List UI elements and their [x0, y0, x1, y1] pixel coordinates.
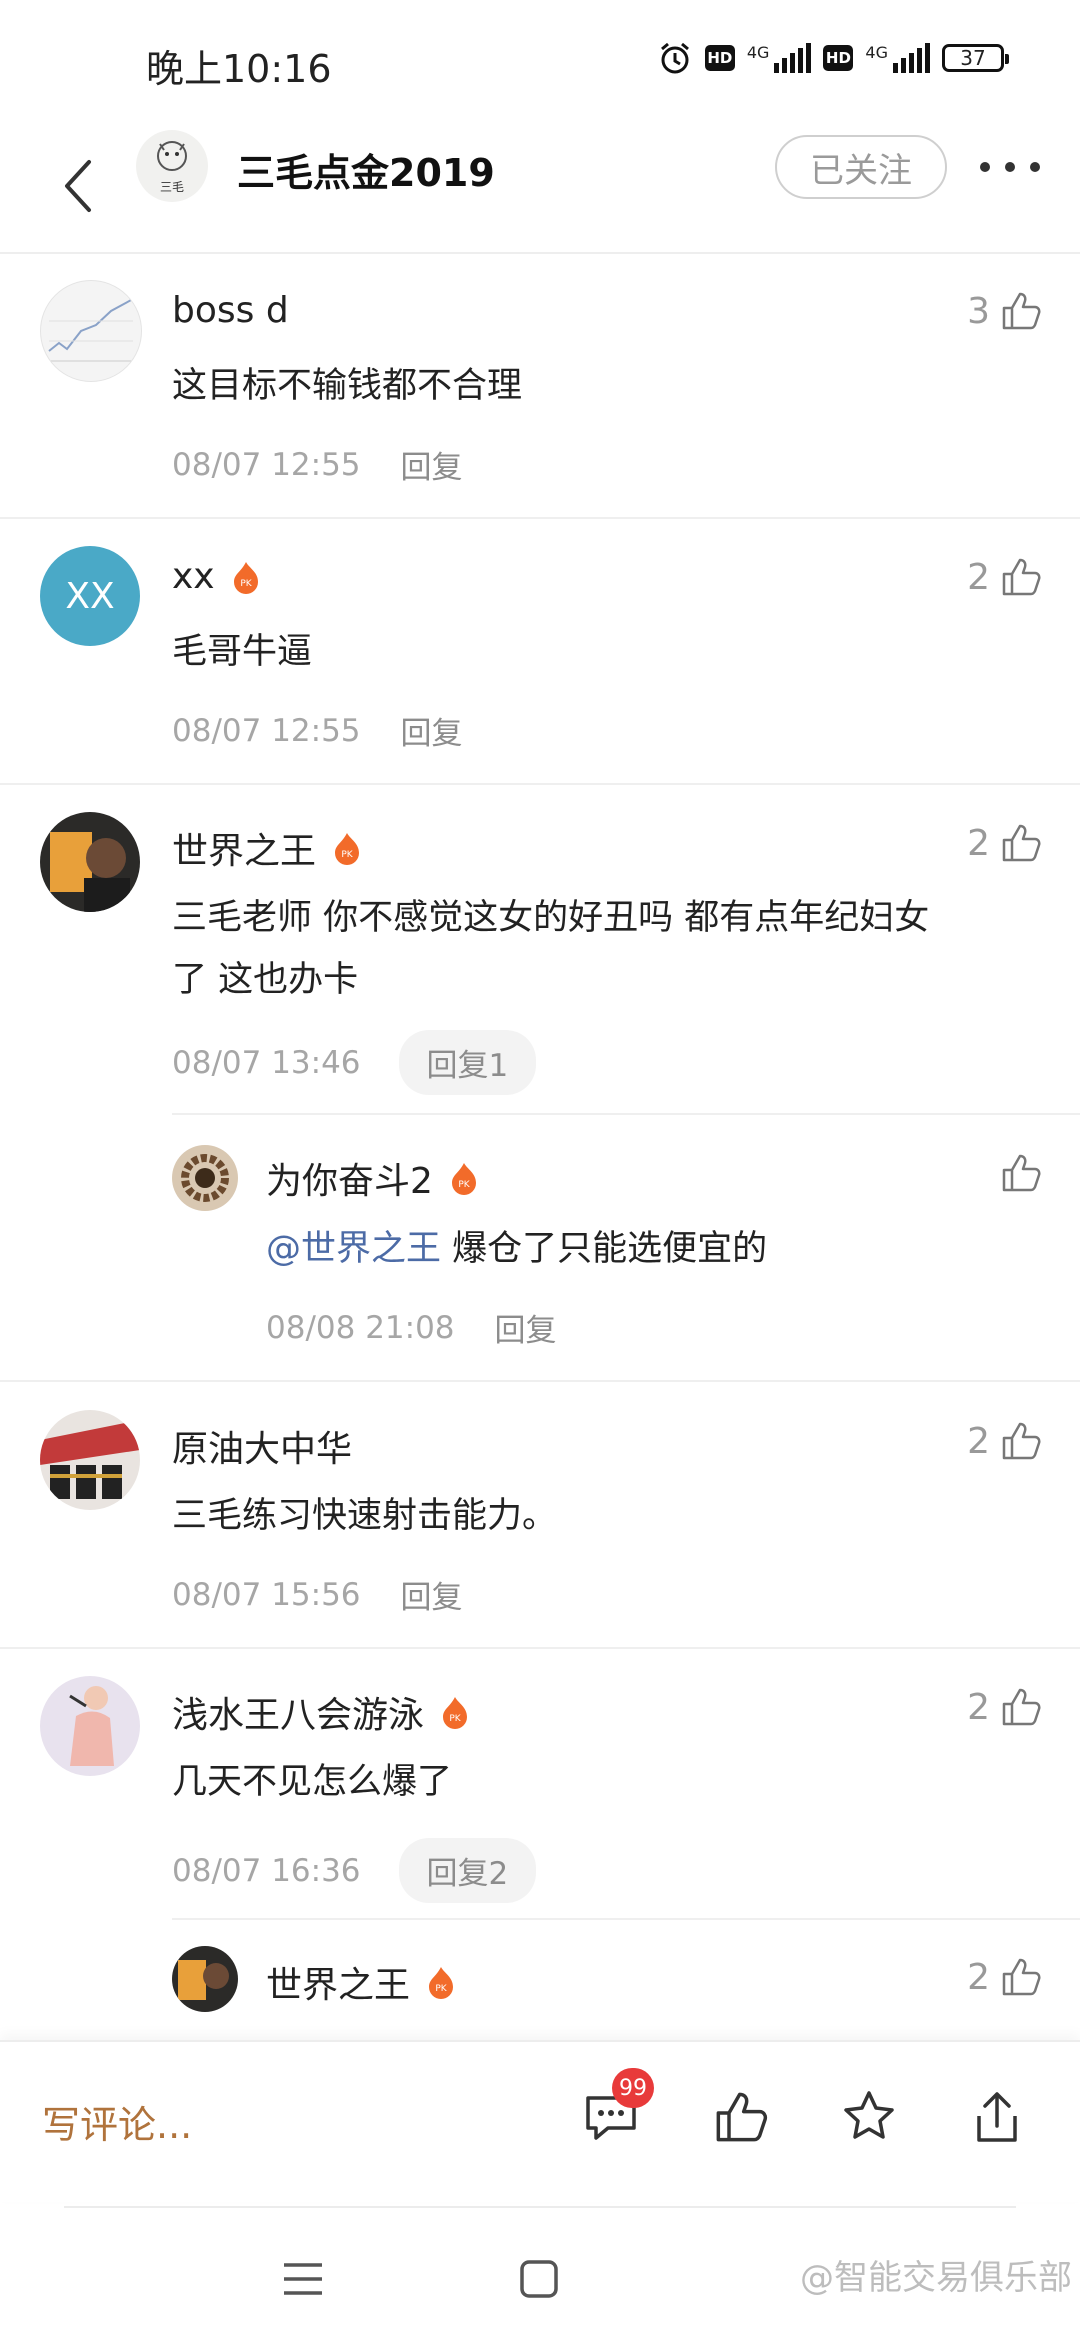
comment-meta: 08/07 15:56 回复 — [172, 1572, 463, 1617]
comment-meta: 08/07 12:55 回复 — [172, 442, 463, 487]
svg-text:PK: PK — [435, 1984, 447, 1994]
hd-icon: HD — [704, 45, 735, 71]
write-comment-input[interactable]: 写评论... — [42, 2094, 192, 2149]
reply-button[interactable]: 回复 — [495, 1305, 557, 1350]
favorite-button[interactable] — [834, 2082, 904, 2152]
avatar[interactable] — [40, 1410, 140, 1510]
comment-meta: 08/07 12:55 回复 — [172, 708, 463, 753]
watermark: @智能交易俱乐部 — [800, 2258, 1072, 2298]
status-time: 晚上10:16 — [146, 47, 332, 91]
reply-author[interactable]: 为你奋斗2 PK — [266, 1152, 479, 1204]
share-button[interactable] — [962, 2082, 1032, 2152]
like-button[interactable]: 2 — [967, 1686, 1042, 1728]
thumbs-up-icon — [1002, 824, 1041, 862]
svg-text:PK: PK — [240, 579, 252, 589]
bottom-action-bar: 写评论... 99 — [0, 2040, 1080, 2202]
svg-text:PK: PK — [449, 1714, 461, 1724]
more-options-button[interactable] — [980, 152, 1040, 182]
comment-text: 毛哥牛逼 — [172, 632, 313, 672]
avatar[interactable] — [172, 1946, 238, 2012]
comment-meta: 08/07 13:46 回复1 — [172, 1030, 537, 1095]
hd-icon: HD — [823, 45, 854, 71]
like-button[interactable]: 2 — [967, 822, 1042, 864]
avatar[interactable] — [40, 1676, 140, 1776]
reply-button[interactable]: 回复 — [401, 442, 463, 487]
divider — [64, 2206, 1016, 2208]
reply-button[interactable]: 回复 — [401, 1572, 463, 1617]
like-button[interactable]: 3 — [967, 290, 1042, 332]
author-name[interactable]: 三毛点金2019 — [237, 142, 495, 197]
svg-text:PK: PK — [458, 1180, 470, 1190]
replies-button[interactable]: 回复1 — [398, 1030, 537, 1095]
home-nav-button[interactable] — [514, 2254, 564, 2304]
thumbs-up-icon — [716, 2092, 768, 2142]
thumbs-up-icon — [1002, 1688, 1041, 1726]
avatar[interactable] — [172, 1145, 238, 1211]
replies-button[interactable]: 回复2 — [398, 1838, 537, 1903]
avatar[interactable] — [40, 280, 142, 382]
reply-button[interactable]: 回复 — [401, 708, 463, 753]
status-bar: 晚上10:16 HD 4G HD 4G 37 — [0, 0, 1080, 120]
comment-text: 几天不见怎么爆了 — [172, 1762, 453, 1802]
comment-count-badge: 99 — [612, 2068, 654, 2108]
comment-author[interactable]: xx PK — [172, 556, 261, 597]
signal-icon: 4G — [747, 43, 812, 73]
thumbs-up-icon — [1002, 1422, 1041, 1460]
header: 三毛 三毛点金2019 已关注 — [0, 120, 1080, 254]
alarm-icon — [657, 40, 693, 76]
divider — [0, 517, 1080, 519]
reply-author[interactable]: 世界之王 PK — [266, 1956, 456, 2008]
author-avatar[interactable]: 三毛 — [136, 130, 208, 202]
pk-badge-icon: PK — [429, 1967, 454, 1999]
signal-icon: 4G — [865, 43, 930, 73]
comment-text: 三毛老师 你不感觉这女的好丑吗 都有点年纪妇女 了 这也办卡 — [172, 898, 930, 1000]
comment-meta: 08/07 16:36 回复2 — [172, 1838, 537, 1903]
like-button[interactable] — [1000, 1152, 1042, 1194]
status-icons: HD 4G HD 4G 37 — [657, 40, 1009, 76]
battery-icon: 37 — [942, 44, 1009, 72]
divider — [0, 1647, 1080, 1649]
like-button[interactable]: 2 — [967, 1956, 1042, 1998]
pk-badge-icon: PK — [443, 1697, 468, 1729]
reply-text: @世界之王 爆仓了只能选便宜的 — [266, 1229, 768, 1269]
avatar[interactable]: XX — [40, 546, 140, 646]
comment-author[interactable]: 世界之王 PK — [172, 822, 362, 874]
menu-icon — [284, 2263, 322, 2295]
follow-button[interactable]: 已关注 — [775, 135, 947, 199]
star-icon — [844, 2091, 894, 2139]
thumbs-up-icon — [1002, 1958, 1041, 1996]
divider — [172, 1113, 1080, 1115]
thumbs-up-icon — [1002, 1154, 1041, 1192]
divider — [172, 1918, 1080, 1920]
square-icon — [520, 2260, 558, 2298]
comment-author[interactable]: 浅水王八会游泳 PK — [172, 1686, 470, 1738]
like-button[interactable]: 2 — [967, 556, 1042, 598]
back-button[interactable] — [44, 138, 114, 234]
divider — [0, 783, 1080, 785]
comment-text: 这目标不输钱都不合理 — [172, 366, 523, 406]
thumbs-up-icon — [1002, 558, 1041, 596]
reply-meta: 08/08 21:08 回复 — [266, 1305, 557, 1350]
comment-author[interactable]: 原油大中华 — [172, 1420, 352, 1472]
back-arrow-icon — [65, 160, 91, 212]
mention-link[interactable]: @世界之王 — [266, 1229, 441, 1269]
svg-text:PK: PK — [341, 850, 353, 860]
like-button[interactable]: 2 — [967, 1420, 1042, 1462]
avatar[interactable] — [40, 812, 140, 912]
pk-badge-icon: PK — [233, 561, 258, 594]
menu-nav-button[interactable] — [278, 2254, 328, 2304]
share-icon — [977, 2092, 1017, 2142]
pk-badge-icon: PK — [335, 833, 360, 865]
pk-badge-icon: PK — [451, 1163, 476, 1195]
thumbs-up-icon — [1002, 292, 1041, 330]
like-post-button[interactable] — [706, 2082, 776, 2152]
comment-author[interactable]: boss d — [172, 290, 289, 331]
divider — [0, 1380, 1080, 1382]
comment-text: 三毛练习快速射击能力。 — [172, 1496, 558, 1536]
comments-button[interactable]: 99 — [576, 2068, 654, 2152]
